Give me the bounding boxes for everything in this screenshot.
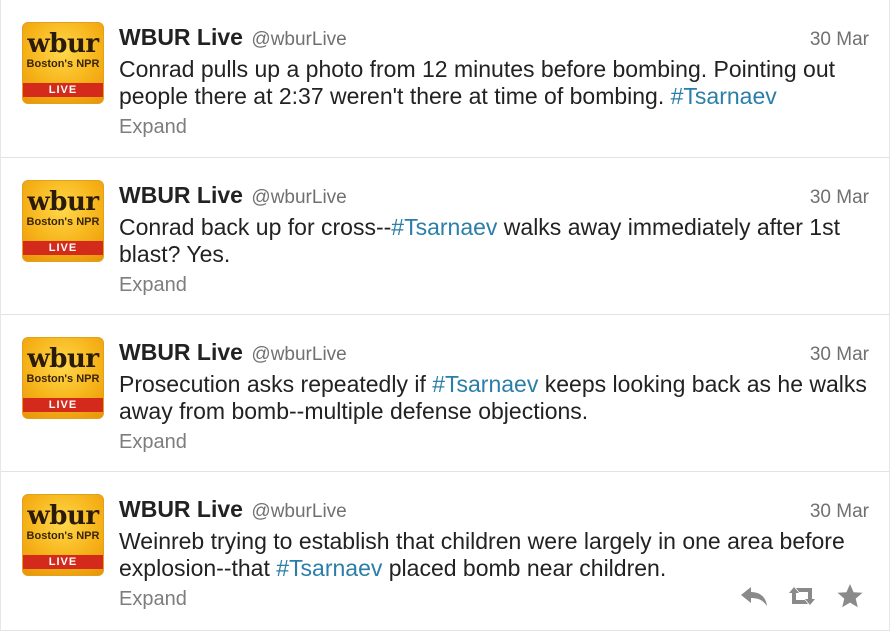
tweet-header: WBUR Live @wburLive 30 Mar: [119, 496, 869, 522]
tweet-item[interactable]: wbur Boston's NPR LIVE WBUR Live @wburLi…: [1, 0, 889, 157]
favorite-icon[interactable]: [833, 582, 867, 610]
hashtag-link[interactable]: #Tsarnaev: [432, 371, 538, 397]
tweet-text: Prosecution asks repeatedly if #Tsarnaev…: [119, 371, 869, 425]
account-handle[interactable]: @wburLive: [251, 501, 346, 522]
avatar-wordmark: wbur: [27, 501, 99, 531]
account-name[interactable]: WBUR Live: [119, 496, 243, 522]
tweet-item[interactable]: wbur Boston's NPR LIVE WBUR Live @wburLi…: [1, 471, 889, 631]
tweet-stream: wbur Boston's NPR LIVE WBUR Live @wburLi…: [0, 0, 890, 631]
tweet-actions: [737, 582, 867, 610]
live-badge: LIVE: [23, 398, 103, 412]
expand-link[interactable]: Expand: [119, 588, 187, 611]
expand-link[interactable]: Expand: [119, 274, 187, 297]
live-badge: LIVE: [23, 241, 103, 255]
avatar-wordmark: wbur: [27, 344, 99, 374]
tweet-text-part: placed bomb near children.: [382, 555, 667, 581]
avatar[interactable]: wbur Boston's NPR LIVE: [22, 180, 104, 262]
hashtag-link[interactable]: #Tsarnaev: [671, 83, 777, 109]
avatar[interactable]: wbur Boston's NPR LIVE: [22, 22, 104, 104]
avatar-tagline: Boston's NPR: [26, 530, 100, 542]
live-badge: LIVE: [23, 555, 103, 569]
tweet-text: Conrad back up for cross--#Tsarnaev walk…: [119, 214, 869, 268]
tweet-item[interactable]: wbur Boston's NPR LIVE WBUR Live @wburLi…: [1, 157, 889, 314]
tweet-text-part: Prosecution asks repeatedly if: [119, 371, 433, 397]
live-badge: LIVE: [23, 83, 103, 97]
avatar-tagline: Boston's NPR: [26, 373, 100, 385]
tweet-timestamp[interactable]: 30 Mar: [810, 29, 869, 51]
account-handle[interactable]: @wburLive: [251, 344, 346, 365]
expand-link[interactable]: Expand: [119, 431, 187, 454]
account-name[interactable]: WBUR Live: [119, 339, 243, 365]
tweet-text: Weinreb trying to establish that childre…: [119, 528, 869, 582]
tweet-timestamp[interactable]: 30 Mar: [810, 501, 869, 523]
avatar-tagline: Boston's NPR: [26, 216, 100, 228]
retweet-icon[interactable]: [785, 582, 819, 610]
avatar[interactable]: wbur Boston's NPR LIVE: [22, 494, 104, 576]
account-handle[interactable]: @wburLive: [251, 187, 346, 208]
tweet-item[interactable]: wbur Boston's NPR LIVE WBUR Live @wburLi…: [1, 314, 889, 471]
hashtag-link[interactable]: #Tsarnaev: [391, 214, 497, 240]
account-name[interactable]: WBUR Live: [119, 24, 243, 50]
expand-link[interactable]: Expand: [119, 116, 187, 139]
hashtag-link[interactable]: #Tsarnaev: [276, 555, 382, 581]
avatar[interactable]: wbur Boston's NPR LIVE: [22, 337, 104, 419]
account-name[interactable]: WBUR Live: [119, 182, 243, 208]
tweet-header: WBUR Live @wburLive 30 Mar: [119, 182, 869, 208]
tweet-text-part: Conrad back up for cross--: [119, 214, 392, 240]
avatar-wordmark: wbur: [27, 29, 99, 59]
reply-icon[interactable]: [737, 582, 771, 610]
tweet-timestamp[interactable]: 30 Mar: [810, 344, 869, 366]
tweet-timestamp[interactable]: 30 Mar: [810, 187, 869, 209]
tweet-header: WBUR Live @wburLive 30 Mar: [119, 24, 869, 50]
tweet-header: WBUR Live @wburLive 30 Mar: [119, 339, 869, 365]
account-handle[interactable]: @wburLive: [251, 29, 346, 50]
tweet-text: Conrad pulls up a photo from 12 minutes …: [119, 56, 869, 110]
avatar-wordmark: wbur: [27, 187, 99, 217]
avatar-tagline: Boston's NPR: [26, 58, 100, 70]
